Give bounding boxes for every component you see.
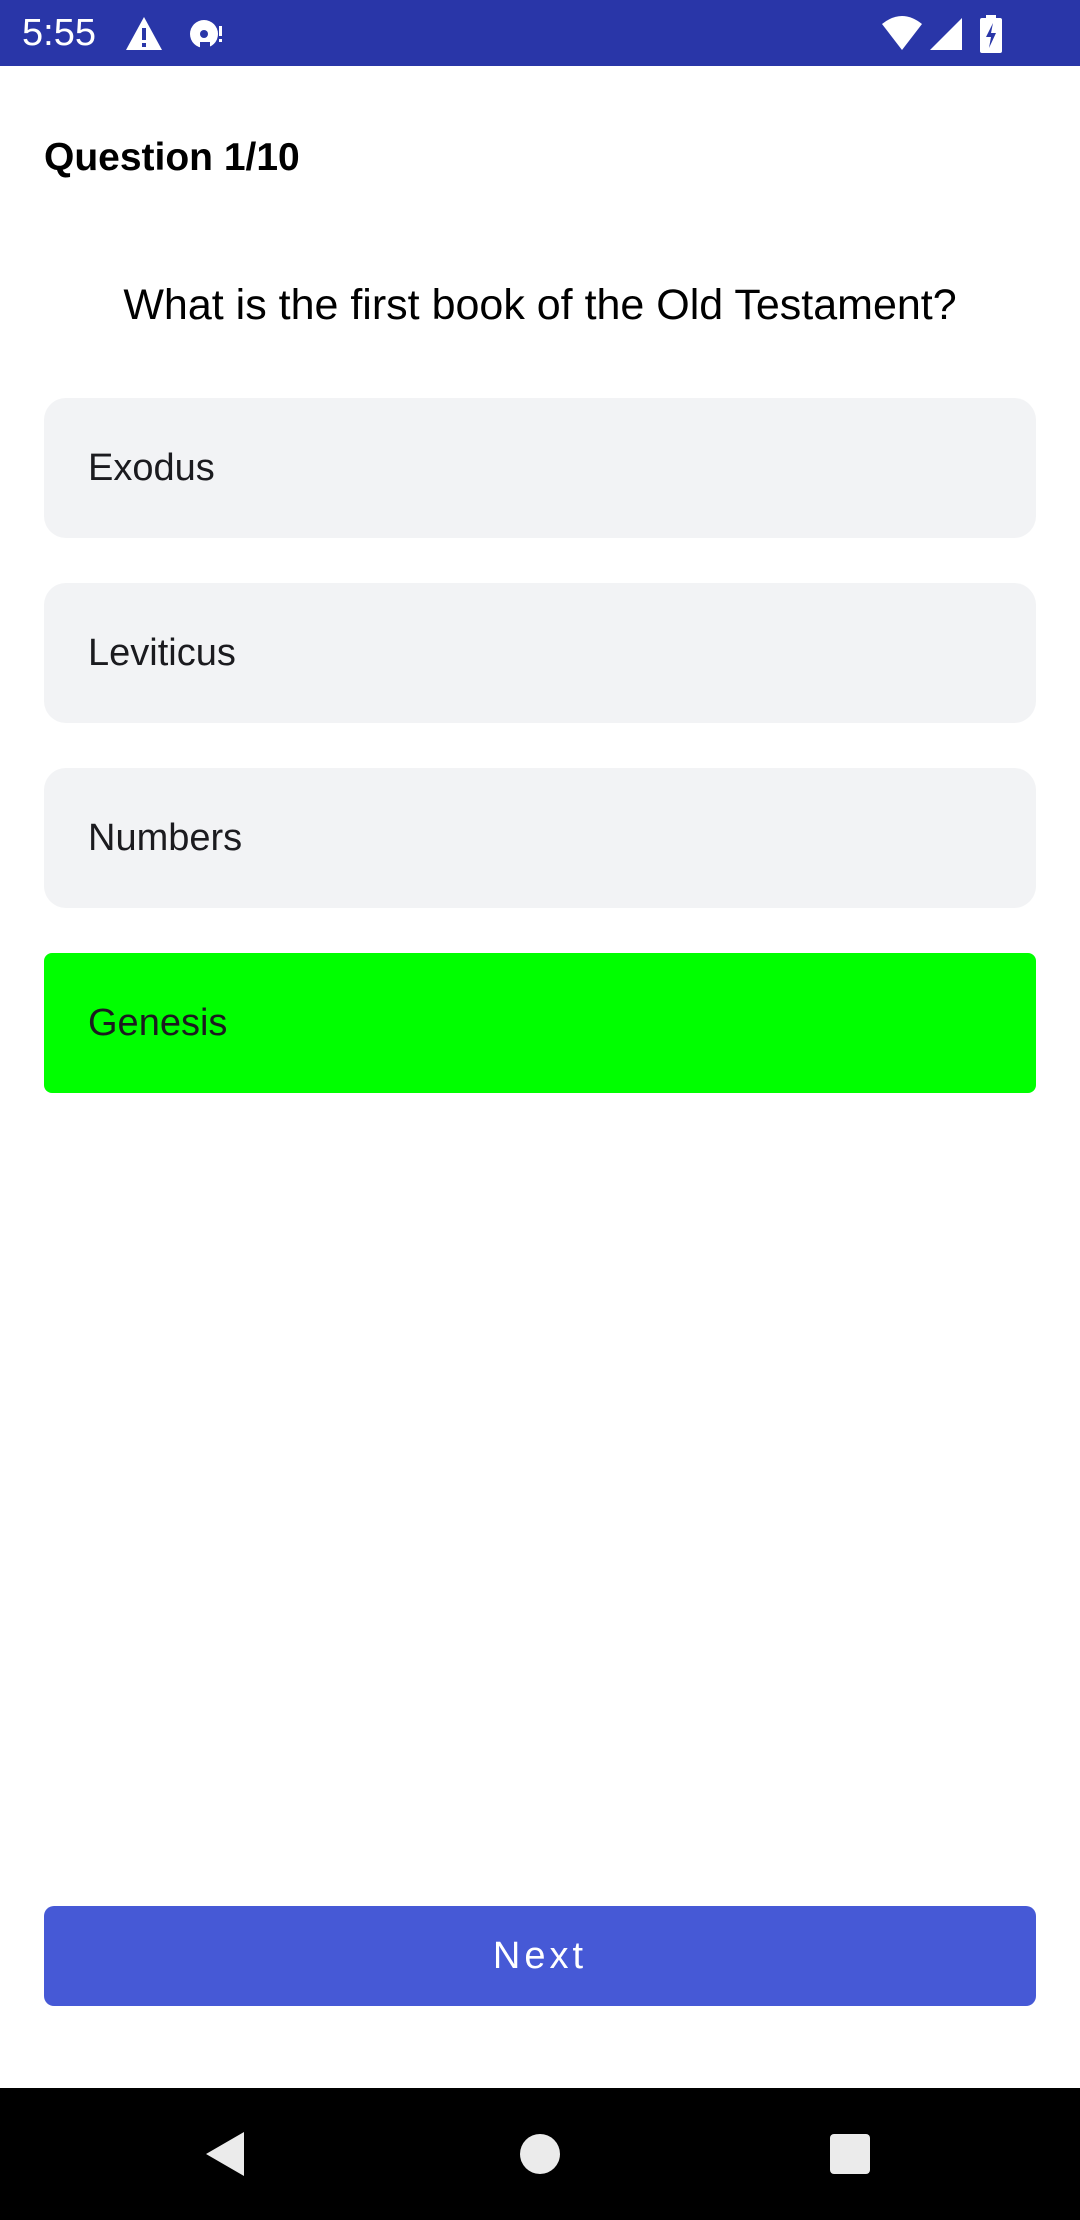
question-counter: Question 1/10 bbox=[44, 136, 300, 179]
answer-option-label: Genesis bbox=[88, 1001, 228, 1044]
answer-option-leviticus[interactable]: Leviticus bbox=[44, 583, 1036, 723]
question-text: What is the first book of the Old Testam… bbox=[123, 281, 957, 329]
wifi-icon bbox=[880, 14, 924, 54]
navigation-bar bbox=[0, 2088, 1080, 2220]
quiz-screen: 5:55 Question 1/10 What is the first boo… bbox=[0, 0, 1080, 2220]
answer-option-exodus[interactable]: Exodus bbox=[44, 398, 1036, 538]
answer-option-label: Numbers bbox=[88, 816, 243, 859]
recents-icon[interactable] bbox=[824, 2128, 876, 2180]
cell-signal-icon bbox=[928, 14, 964, 54]
battery-charging-icon bbox=[978, 14, 1004, 54]
answer-option-genesis[interactable]: Genesis bbox=[44, 953, 1036, 1093]
status-time: 5:55 bbox=[22, 12, 96, 54]
answer-option-label: Leviticus bbox=[88, 631, 236, 674]
sync-disc-icon bbox=[186, 14, 226, 54]
answer-option-numbers[interactable]: Numbers bbox=[44, 768, 1036, 908]
next-button[interactable]: Next bbox=[44, 1906, 1036, 2006]
answer-option-label: Exodus bbox=[88, 446, 215, 489]
warning-icon bbox=[124, 14, 164, 54]
home-icon[interactable] bbox=[514, 2128, 566, 2180]
status-bar: 5:55 bbox=[0, 0, 1080, 66]
back-icon[interactable] bbox=[200, 2128, 252, 2180]
